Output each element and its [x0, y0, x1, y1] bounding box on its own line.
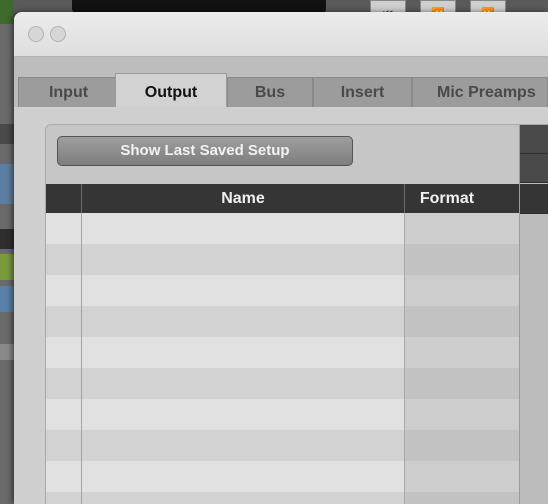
name-cell[interactable] [82, 306, 404, 337]
table-row[interactable] [46, 399, 520, 430]
table-row[interactable] [46, 244, 520, 275]
row-handle-cell[interactable] [46, 461, 82, 492]
format-cell[interactable] [404, 213, 520, 244]
column-header-format[interactable]: Format [405, 184, 489, 213]
row-handle-cell[interactable] [46, 430, 82, 461]
name-cell[interactable] [82, 244, 404, 275]
name-cell[interactable] [82, 213, 404, 244]
table-row[interactable] [46, 368, 520, 399]
show-last-saved-setup-button[interactable]: Show Last Saved Setup [57, 136, 353, 166]
window-titlebar[interactable] [14, 12, 548, 57]
row-handle-cell[interactable] [46, 244, 82, 275]
format-cell[interactable] [404, 337, 520, 368]
column-header-name[interactable]: Name [82, 184, 404, 213]
table-row[interactable] [46, 275, 520, 306]
track-color-strip [0, 0, 14, 24]
minimize-window-button[interactable] [50, 26, 66, 42]
tab-output[interactable]: Output [115, 73, 227, 109]
io-panel: Show Last Saved Setup Name Format [45, 124, 548, 504]
name-cell[interactable] [82, 337, 404, 368]
table-row[interactable] [46, 337, 520, 368]
tab-insert[interactable]: Insert [313, 77, 412, 107]
table-row[interactable] [46, 461, 520, 492]
name-cell[interactable] [82, 461, 404, 492]
row-handle-cell[interactable] [46, 368, 82, 399]
tab-bus[interactable]: Bus [227, 77, 313, 107]
io-setup-window: Input Output Bus Insert Mic Preamps Show… [14, 12, 548, 504]
name-cell[interactable] [82, 368, 404, 399]
table-header: Name Format [46, 184, 519, 213]
format-cell[interactable] [404, 306, 520, 337]
tab-content: Show Last Saved Setup Name Format [14, 107, 548, 504]
format-cell[interactable] [404, 461, 520, 492]
row-handle-cell[interactable] [46, 275, 82, 306]
name-cell[interactable] [82, 492, 404, 504]
name-cell[interactable] [82, 399, 404, 430]
table-row[interactable] [46, 492, 520, 504]
channel-grid-strip [519, 125, 548, 504]
table-body [46, 213, 520, 504]
daw-left-edge [0, 24, 14, 504]
close-window-button[interactable] [28, 26, 44, 42]
format-cell[interactable] [404, 492, 520, 504]
format-cell[interactable] [404, 275, 520, 306]
format-cell[interactable] [404, 399, 520, 430]
format-cell[interactable] [404, 430, 520, 461]
format-cell[interactable] [404, 368, 520, 399]
tab-input[interactable]: Input [18, 77, 119, 107]
row-handle-cell[interactable] [46, 337, 82, 368]
name-cell[interactable] [82, 275, 404, 306]
tab-mic-preamps[interactable]: Mic Preamps [412, 77, 548, 107]
name-cell[interactable] [82, 430, 404, 461]
table-row[interactable] [46, 213, 520, 244]
format-cell[interactable] [404, 244, 520, 275]
table-row[interactable] [46, 306, 520, 337]
row-handle-cell[interactable] [46, 399, 82, 430]
column-header-blank [46, 184, 82, 213]
tab-bar: Input Output Bus Insert Mic Preamps [14, 57, 548, 109]
row-handle-cell[interactable] [46, 492, 82, 504]
row-handle-cell[interactable] [46, 213, 82, 244]
table-row[interactable] [46, 430, 520, 461]
row-handle-cell[interactable] [46, 306, 82, 337]
